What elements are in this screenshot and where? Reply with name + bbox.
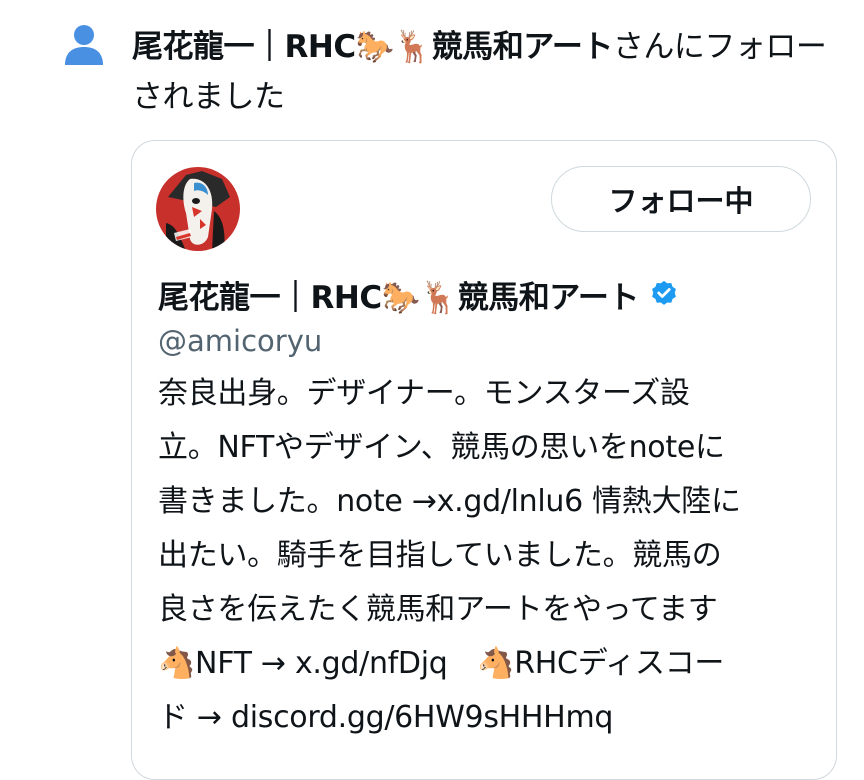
notification-text: 尾花龍一｜RHC🐎🦌競馬和アートさんにフォローされました — [132, 22, 844, 122]
horse-avatar[interactable] — [156, 167, 240, 251]
follow-notification[interactable]: 尾花龍一｜RHC🐎🦌競馬和アートさんにフォローされました フォロー中 尾花龍一｜… — [0, 0, 864, 780]
display-name-row: 尾花龍一｜RHC🐎🦌競馬和アート — [158, 269, 679, 319]
following-button[interactable]: フォロー中 — [551, 166, 811, 232]
person-icon — [64, 24, 104, 66]
user-card[interactable]: フォロー中 尾花龍一｜RHC🐎🦌競馬和アート @amicoryu 奈良出身。デザ… — [131, 140, 837, 780]
display-name[interactable]: 尾花龍一｜RHC🐎🦌競馬和アート — [158, 272, 639, 317]
notification-user-name[interactable]: 尾花龍一｜RHC🐎🦌競馬和アート — [132, 29, 613, 65]
verified-badge-icon — [649, 279, 679, 309]
user-bio: 奈良出身。デザイナー。モンスターズ設 立。NFTやデザイン、競馬の思いをnote… — [158, 376, 741, 735]
user-handle[interactable]: @amicoryu — [158, 321, 322, 361]
